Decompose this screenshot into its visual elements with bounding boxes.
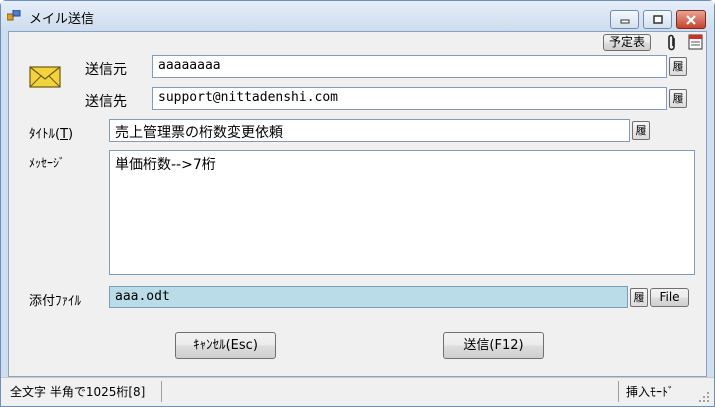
send-button[interactable]: 送信(F12) [443,332,544,359]
minimize-button[interactable] [610,10,639,29]
status-divider [161,381,162,402]
app-icon [7,10,21,21]
from-label: 送信元 [85,62,127,78]
subject-field[interactable]: 売上管理票の桁数変更依頼 [109,119,630,142]
mail-send-window: メイル送信 予定表 送信元 aaaaaaaa 履 送信先 support@nit… [0,0,715,407]
status-bar: 全文字 半角で1025桁[8] 挿入ﾓｰﾄﾞ [1,377,714,406]
envelope-icon [29,66,61,88]
subject-history-button[interactable]: 履 [632,121,650,140]
paperclip-icon[interactable] [666,34,678,52]
message-label: ﾒｯｾｰｼﾞ [29,156,66,170]
subject-label: ﾀｲﾄﾙ(T) [29,127,74,142]
title-bar[interactable]: メイル送信 [1,1,714,31]
client-area: 予定表 送信元 aaaaaaaa 履 送信先 support@nittadens… [8,31,707,377]
cancel-button[interactable]: ｷｬﾝｾﾙ(Esc) [175,332,276,359]
close-button[interactable] [676,10,706,29]
minimize-icon [620,19,629,23]
to-history-button[interactable]: 履 [669,89,687,108]
to-field[interactable]: support@nittadenshi.com [152,87,667,110]
file-browse-button[interactable]: File [650,288,689,307]
attachment-label: 添付ﾌｧｲﾙ [29,294,82,309]
maximize-icon [652,14,663,24]
note-icon[interactable] [687,33,705,51]
to-label: 送信先 [85,94,127,110]
status-input-mode: 挿入ﾓｰﾄﾞ [626,385,675,399]
from-history-button[interactable]: 履 [669,57,687,76]
maximize-button[interactable] [643,10,672,29]
status-divider [618,381,619,402]
from-field[interactable]: aaaaaaaa [152,55,667,78]
schedule-button[interactable]: 予定表 [603,34,651,51]
attachment-history-button[interactable]: 履 [630,288,648,307]
status-char-count: 全文字 半角で1025桁[8] [10,385,146,399]
window-title: メイル送信 [29,12,95,27]
close-icon [686,14,696,25]
message-textarea[interactable]: 単価桁数-->7桁 [109,150,695,275]
attachment-field[interactable]: aaa.odt [109,286,628,308]
subject-accesskey: T [60,127,69,142]
resize-grip-icon[interactable] [698,391,710,403]
